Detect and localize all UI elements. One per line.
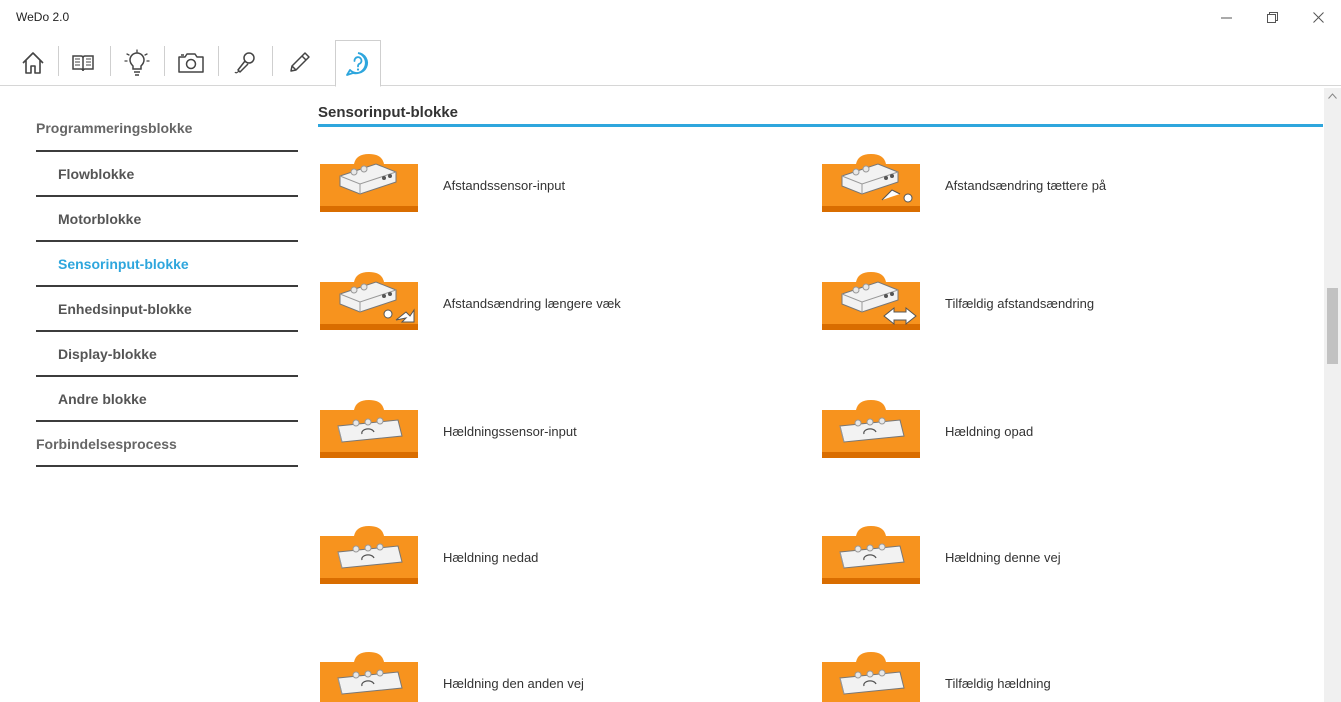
minimize-button[interactable] [1203, 0, 1249, 34]
book-icon [72, 55, 94, 72]
motion-sensor-closer-icon[interactable] [820, 152, 922, 214]
title-divider [318, 124, 1323, 127]
tilt-that-way-icon[interactable] [318, 650, 420, 702]
app-title: WeDo 2.0 [16, 10, 70, 24]
sensor-block-item: Hældning nedad [318, 524, 768, 596]
help-button[interactable] [335, 40, 381, 87]
tilt-sensor-icon[interactable] [318, 398, 420, 460]
microphone-icon [234, 52, 255, 74]
sensor-block-label: Afstandssensor-input [443, 178, 566, 193]
vertical-scrollbar[interactable] [1324, 88, 1341, 702]
sidebar-item-programmeringsblokke[interactable]: Programmeringsblokke [36, 100, 298, 152]
sensor-block-label: Hældning denne vej [945, 550, 1061, 565]
toolbar-separator [58, 46, 59, 76]
sidebar-item-enhedsinput-blokke[interactable]: Enhedsinput-blokke [36, 287, 298, 332]
microphone-button[interactable] [222, 40, 268, 86]
sidebar-item-flowblokke[interactable]: Flowblokke [36, 152, 298, 197]
sensor-block-label: Afstandsændring længere væk [443, 296, 621, 311]
toolbar [0, 34, 1341, 87]
title-bar: WeDo 2.0 [0, 0, 1341, 34]
motion-sensor-icon[interactable] [318, 152, 420, 214]
sensor-block-item: Tilfældig hældning [820, 650, 1270, 702]
sensor-block-label: Tilfældig hældning [945, 676, 1051, 691]
sensor-block-label: Afstandsændring tættere på [945, 178, 1107, 193]
sensor-block-item: Hældning denne vej [820, 524, 1270, 596]
sidebar-item-forbindelsesprocess[interactable]: Forbindelsesprocess [36, 422, 298, 467]
toolbar-separator [272, 46, 273, 76]
lightbulb-button[interactable] [114, 40, 160, 86]
sensor-block-label: Tilfældig afstandsændring [945, 296, 1095, 311]
tilt-any-icon[interactable] [820, 650, 922, 702]
pencil-button[interactable] [276, 40, 322, 86]
sidebar-item-display-blokke[interactable]: Display-blokke [36, 332, 298, 377]
home-icon [22, 52, 44, 74]
sensor-block-item: Afstandsændring længere væk [318, 270, 768, 342]
sensor-block-item: Hældningssensor-input [318, 398, 768, 470]
home-button[interactable] [10, 40, 56, 86]
sensor-block-label: Hældning nedad [443, 550, 539, 565]
restore-icon [1266, 11, 1278, 23]
sidebar-item-andre-blokke[interactable]: Andre blokke [36, 377, 298, 422]
lightbulb-icon [124, 49, 150, 76]
tilt-up-icon[interactable] [820, 398, 922, 460]
close-button[interactable] [1295, 0, 1341, 34]
tilt-down-icon[interactable] [318, 524, 420, 586]
scroll-up-button[interactable] [1324, 88, 1341, 104]
sidebar-item-sensorinput-blokke[interactable]: Sensorinput-blokke [36, 242, 298, 287]
pencil-icon [290, 52, 310, 72]
chevron-up-icon [1328, 93, 1337, 99]
sensor-block-label: Hældning opad [945, 424, 1034, 439]
page-title: Sensorinput-blokke [318, 104, 459, 121]
help-icon [346, 51, 368, 76]
book-button[interactable] [60, 40, 106, 86]
motion-sensor-farther-icon[interactable] [318, 270, 420, 332]
motion-sensor-any-change-icon[interactable] [820, 270, 922, 332]
sensor-block-item: Afstandsændring tættere på [820, 152, 1270, 224]
scroll-thumb[interactable] [1327, 288, 1338, 364]
sensor-block-label: Hældningssensor-input [443, 424, 577, 439]
toolbar-separator [164, 46, 165, 76]
camera-icon [178, 53, 204, 73]
sensor-block-item: Hældning opad [820, 398, 1270, 470]
toolbar-separator [218, 46, 219, 76]
sidebar-nav: Programmeringsblokke Flowblokke Motorblo… [36, 100, 298, 467]
sidebar-item-motorblokke[interactable]: Motorblokke [36, 197, 298, 242]
close-icon [1312, 11, 1324, 23]
sensor-block-item: Afstandssensor-input [318, 152, 768, 224]
content-area: Sensorinput-blokke Afstandssensor-input A… [318, 88, 1323, 702]
sensor-block-item: Hældning den anden vej [318, 650, 768, 702]
toolbar-separator [110, 46, 111, 76]
tilt-this-way-icon[interactable] [820, 524, 922, 586]
camera-button[interactable] [168, 40, 214, 86]
minimize-icon [1220, 17, 1232, 18]
sensor-block-label: Hældning den anden vej [443, 676, 584, 691]
sensor-block-item: Tilfældig afstandsændring [820, 270, 1270, 342]
restore-button[interactable] [1249, 0, 1295, 34]
